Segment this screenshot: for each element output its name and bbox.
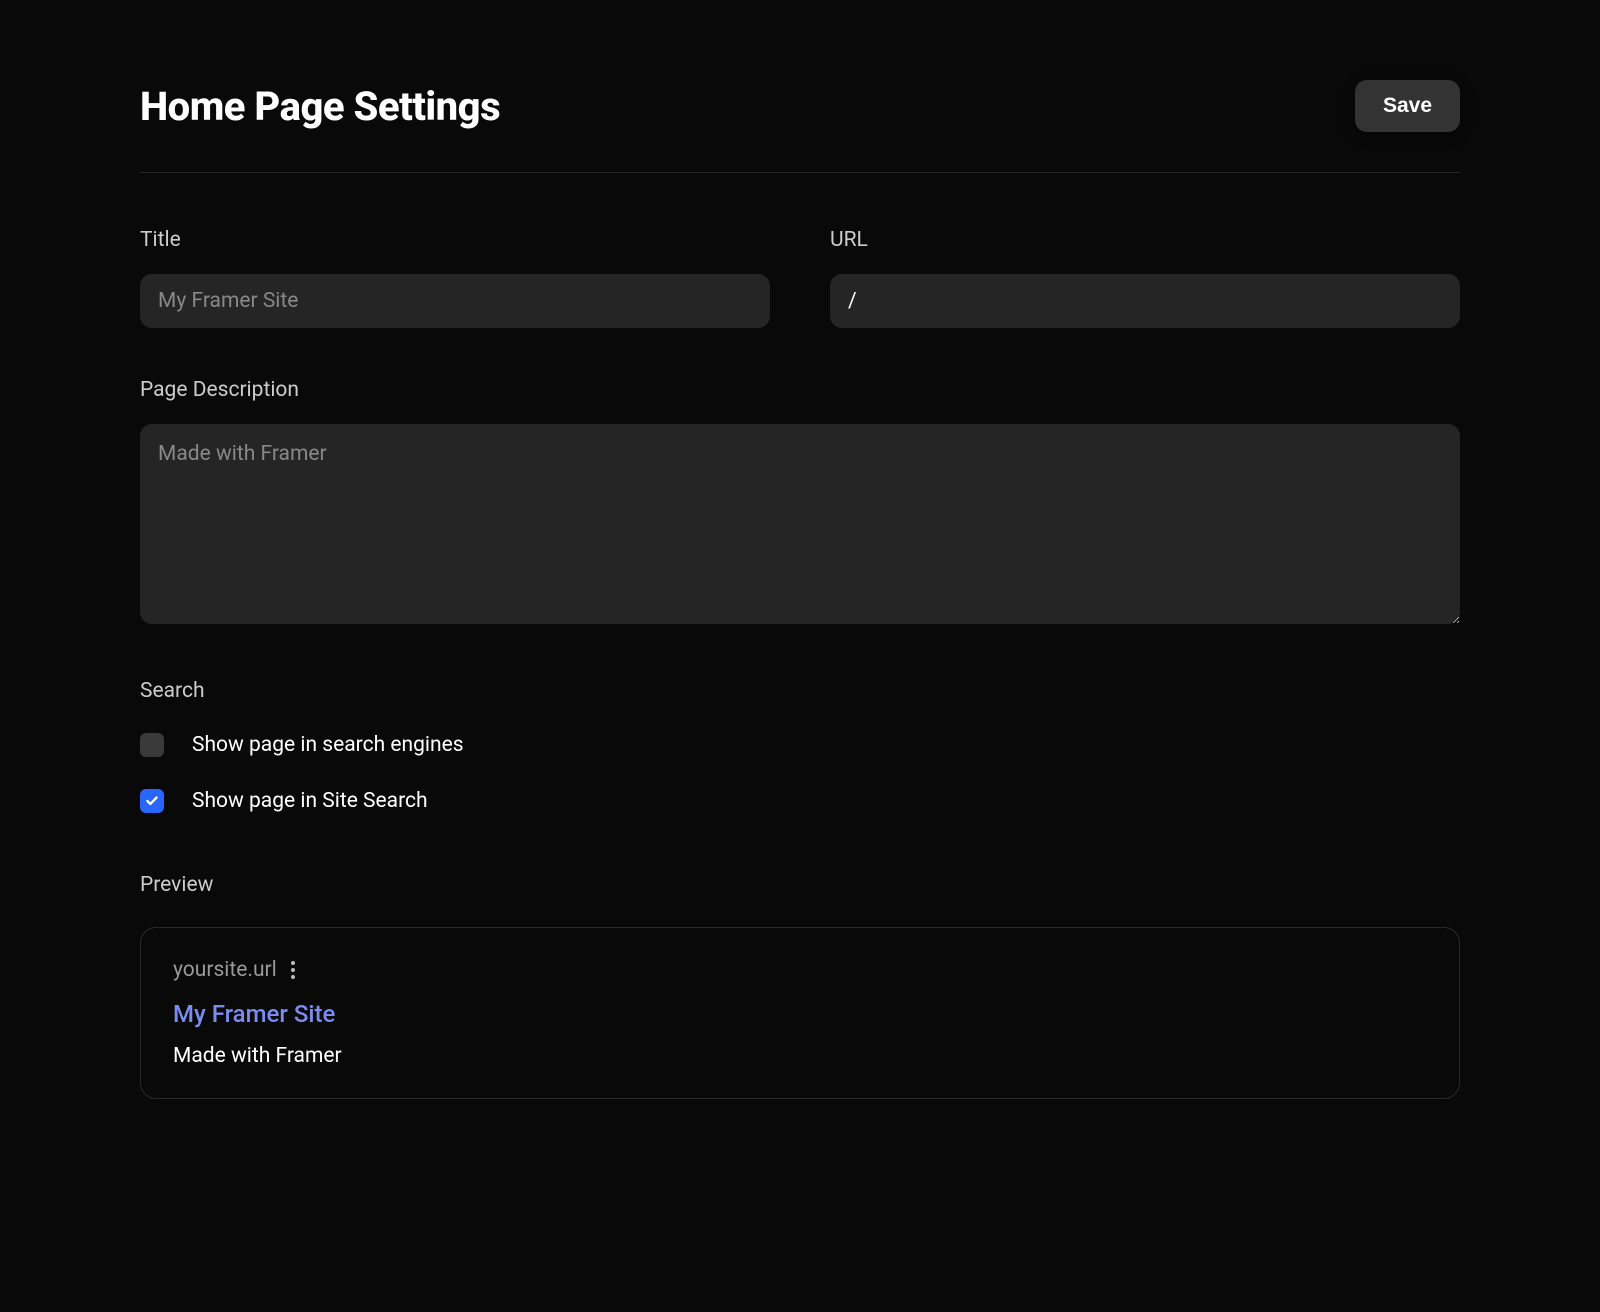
preview-title: My Framer Site (173, 1000, 1427, 1028)
url-input[interactable] (830, 274, 1460, 328)
title-input[interactable] (140, 274, 770, 328)
site-search-label[interactable]: Show page in Site Search (192, 789, 428, 813)
header-divider (140, 172, 1460, 173)
search-engines-checkbox[interactable] (140, 733, 164, 757)
preview-url: yoursite.url (173, 958, 277, 982)
page-title: Home Page Settings (140, 83, 500, 130)
save-button[interactable]: Save (1355, 80, 1460, 132)
description-input[interactable] (140, 424, 1460, 624)
preview-url-row: yoursite.url (173, 958, 1427, 982)
title-label: Title (140, 228, 770, 252)
site-search-row: Show page in Site Search (140, 789, 1460, 813)
search-section-label: Search (140, 679, 1460, 703)
search-engines-label[interactable]: Show page in search engines (192, 733, 464, 757)
description-field-group: Page Description (140, 378, 1460, 624)
page-header: Home Page Settings Save (140, 80, 1460, 132)
checkmark-icon (145, 794, 159, 808)
description-label: Page Description (140, 378, 1460, 402)
page-settings-container: Home Page Settings Save Title URL Page D… (140, 80, 1460, 1099)
more-options-icon[interactable] (291, 961, 295, 979)
form-row-title-url: Title URL (140, 228, 1460, 328)
search-engines-row: Show page in search engines (140, 733, 1460, 757)
title-field-group: Title (140, 228, 770, 328)
preview-section-label: Preview (140, 873, 1460, 897)
preview-section: Preview yoursite.url My Framer Site Made… (140, 873, 1460, 1099)
url-label: URL (830, 228, 1460, 252)
search-section: Search Show page in search engines Show … (140, 679, 1460, 813)
preview-card: yoursite.url My Framer Site Made with Fr… (140, 927, 1460, 1099)
preview-description: Made with Framer (173, 1044, 1427, 1068)
site-search-checkbox[interactable] (140, 789, 164, 813)
url-field-group: URL (830, 228, 1460, 328)
